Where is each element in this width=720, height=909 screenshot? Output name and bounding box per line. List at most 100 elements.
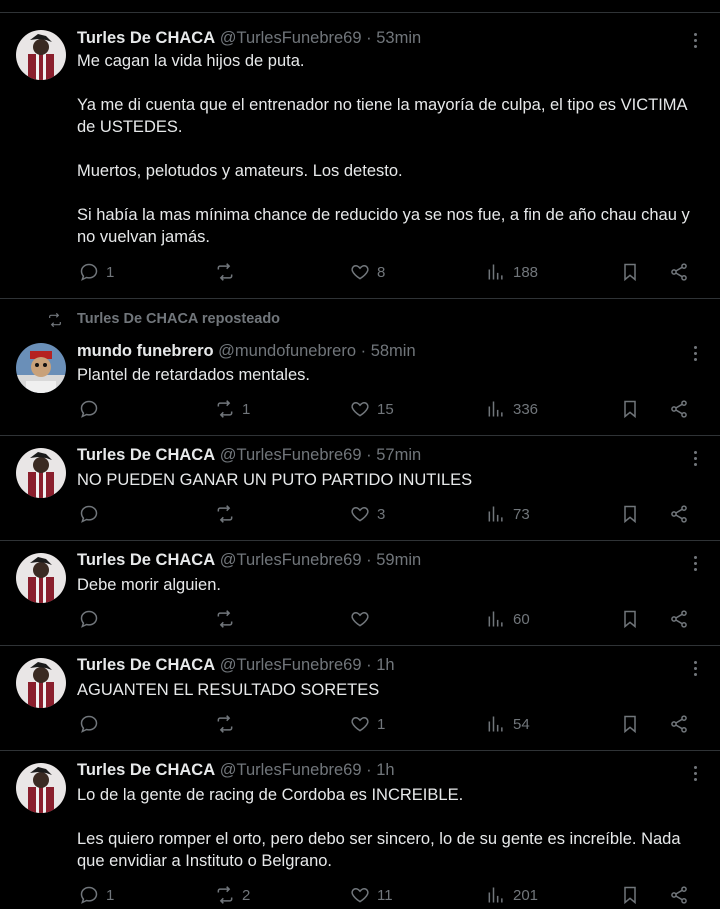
timestamp[interactable]: 53min: [376, 29, 421, 47]
tweet[interactable]: Turles De CHACA @TurlesFunebre69 · 1h AG…: [0, 646, 720, 751]
avatar[interactable]: [16, 30, 66, 80]
more-options-icon[interactable]: [694, 33, 698, 51]
share-button[interactable]: [669, 885, 689, 905]
repost-button[interactable]: [215, 504, 242, 524]
heart-icon: [351, 716, 369, 732]
bookmark-icon: [624, 400, 636, 419]
display-name[interactable]: Turles De CHACA: [77, 446, 215, 464]
repost-icon: [217, 715, 233, 733]
views-button[interactable]: 336: [486, 399, 538, 419]
bookmark-button[interactable]: [620, 262, 640, 282]
timestamp[interactable]: 59min: [376, 551, 421, 569]
views-icon: [488, 887, 503, 903]
reply-button[interactable]: [79, 714, 106, 734]
repost-context: Turles De CHACA reposteado: [0, 310, 720, 330]
display-name[interactable]: Turles De CHACA: [77, 656, 215, 674]
views-button[interactable]: 188: [486, 262, 538, 282]
tweet-text: Me cagan la vida hijos de puta. Ya me di…: [77, 52, 690, 246]
tweet-text: NO PUEDEN GANAR UN PUTO PARTIDO INUTILES: [77, 471, 473, 489]
tweet-actions: 1 8 188: [0, 262, 720, 284]
repost-button[interactable]: [215, 609, 242, 629]
avatar[interactable]: [16, 658, 66, 708]
reply-icon: [80, 715, 98, 733]
views-icon: [488, 401, 503, 417]
bookmark-button[interactable]: [620, 714, 640, 734]
like-button[interactable]: 1: [350, 714, 385, 734]
tweet[interactable]: Turles De CHACA @TurlesFunebre69 · 53min…: [0, 13, 720, 299]
tweet[interactable]: Turles De CHACA @TurlesFunebre69 · 57min…: [0, 436, 720, 541]
views-button[interactable]: 60: [486, 609, 530, 629]
avatar[interactable]: [16, 763, 66, 813]
share-icon: [671, 886, 687, 904]
reply-button[interactable]: [79, 504, 106, 524]
bookmark-button[interactable]: [620, 504, 640, 524]
display-name[interactable]: Turles De CHACA: [77, 761, 215, 779]
repost-button[interactable]: [215, 262, 242, 282]
tweet[interactable]: Turles De CHACA @TurlesFunebre69 · 1h Lo…: [0, 751, 720, 909]
reply-count: 1: [106, 263, 115, 281]
more-options-icon[interactable]: [694, 661, 698, 679]
like-button[interactable]: 15: [350, 399, 394, 419]
display-name[interactable]: Turles De CHACA: [77, 29, 215, 47]
view-count: 336: [513, 400, 539, 418]
like-button[interactable]: 11: [350, 885, 393, 905]
like-button[interactable]: 3: [350, 504, 385, 524]
reply-button[interactable]: [79, 609, 106, 629]
tweet-text: AGUANTEN EL RESULTADO SORETES: [77, 681, 380, 699]
tweet-text: Plantel de retardados mentales.: [77, 366, 310, 384]
user-handle[interactable]: @TurlesFunebre69: [220, 29, 362, 47]
share-button[interactable]: [669, 262, 689, 282]
user-handle[interactable]: @TurlesFunebre69: [220, 656, 362, 674]
user-handle[interactable]: @TurlesFunebre69: [220, 761, 362, 779]
tweet[interactable]: Turles De CHACA @TurlesFunebre69 · 59min…: [0, 541, 720, 646]
more-options-icon[interactable]: [694, 346, 698, 364]
tweet-text: Lo de la gente de racing de Cordoba es I…: [77, 786, 681, 870]
bookmark-button[interactable]: [620, 399, 640, 419]
like-button[interactable]: 8: [350, 262, 385, 282]
timestamp[interactable]: 58min: [371, 342, 416, 360]
avatar[interactable]: [16, 553, 66, 603]
reply-button[interactable]: 1: [79, 262, 114, 282]
views-button[interactable]: 201: [486, 885, 538, 905]
display-name[interactable]: Turles De CHACA: [77, 551, 215, 569]
share-button[interactable]: [669, 399, 689, 419]
share-icon: [671, 715, 687, 733]
tweet-actions: 1 2 11 201: [0, 885, 720, 907]
repost-button[interactable]: [215, 714, 242, 734]
separator-dot: ·: [366, 551, 372, 569]
tweet-actions: 1 54: [0, 714, 720, 736]
views-button[interactable]: 73: [486, 504, 530, 524]
timestamp[interactable]: 1h: [376, 656, 394, 674]
tweet-text: Debe morir alguien.: [77, 576, 221, 594]
reposted-by-label[interactable]: Turles De CHACA reposteado: [77, 311, 280, 327]
share-button[interactable]: [669, 714, 689, 734]
timestamp[interactable]: 57min: [376, 446, 421, 464]
like-count: 11: [377, 886, 393, 904]
user-handle[interactable]: @mundofunebrero: [218, 342, 356, 360]
tweet[interactable]: Turles De CHACA reposteado mundo funebre…: [0, 299, 720, 436]
avatar[interactable]: [16, 448, 66, 498]
views-button[interactable]: 54: [486, 714, 530, 734]
repost-button[interactable]: 2: [215, 885, 250, 905]
tweet-header: mundo funebrero @mundofunebrero · 58min: [77, 342, 416, 361]
user-handle[interactable]: @TurlesFunebre69: [220, 551, 362, 569]
repost-button[interactable]: 1: [215, 399, 250, 419]
share-icon: [671, 505, 687, 523]
reply-button[interactable]: 1: [79, 885, 114, 905]
tweet-actions: 3 73: [0, 504, 720, 526]
bookmark-button[interactable]: [620, 885, 640, 905]
view-count: 60: [513, 610, 530, 628]
avatar[interactable]: [16, 343, 66, 393]
like-button[interactable]: [350, 609, 377, 629]
share-button[interactable]: [669, 504, 689, 524]
display-name[interactable]: mundo funebrero: [77, 342, 214, 360]
timestamp[interactable]: 1h: [376, 761, 394, 779]
user-handle[interactable]: @TurlesFunebre69: [220, 446, 362, 464]
share-button[interactable]: [669, 609, 689, 629]
more-options-icon[interactable]: [694, 556, 698, 574]
reply-button[interactable]: [79, 399, 106, 419]
share-icon: [671, 610, 687, 628]
more-options-icon[interactable]: [694, 451, 698, 469]
bookmark-button[interactable]: [620, 609, 640, 629]
more-options-icon[interactable]: [694, 766, 698, 784]
